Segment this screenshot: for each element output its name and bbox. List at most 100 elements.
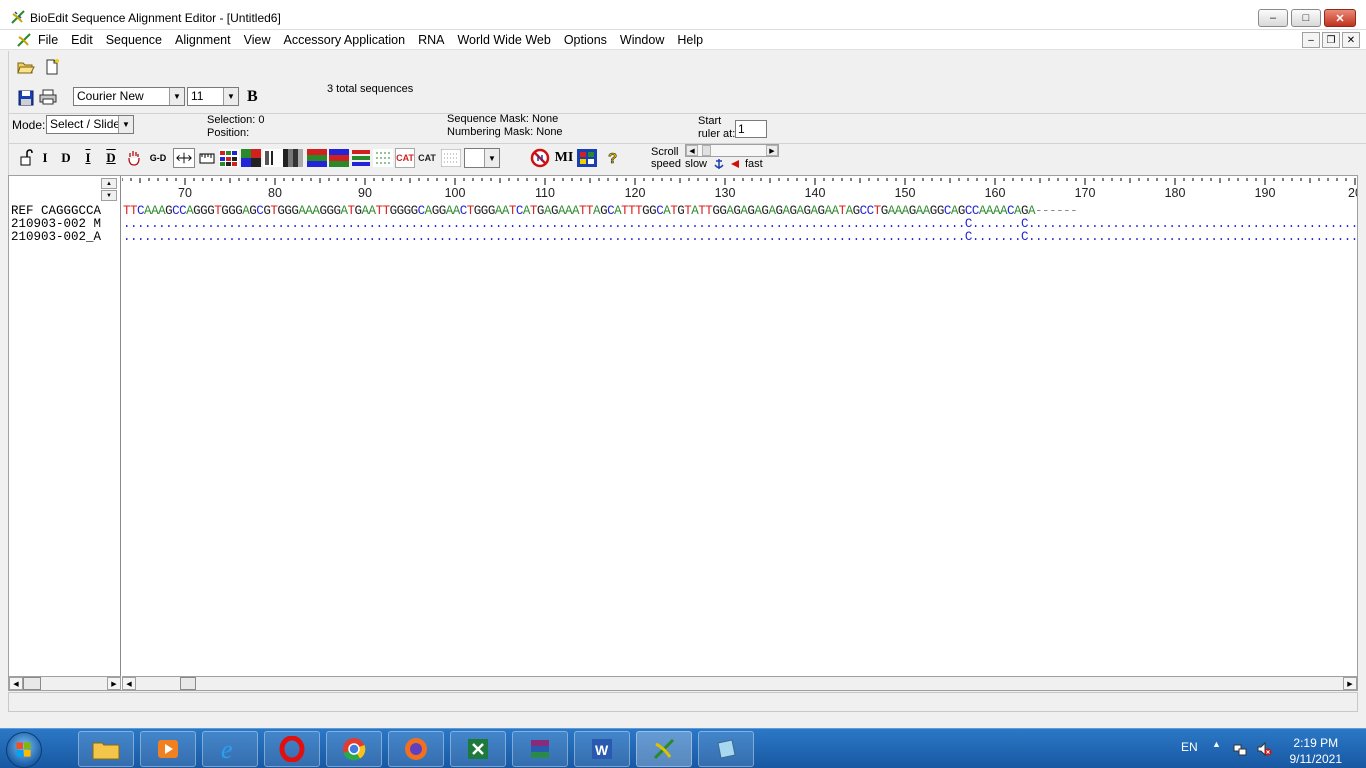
new-document-icon[interactable] — [43, 58, 61, 76]
printer-icon[interactable] — [39, 88, 57, 106]
chevron-right-icon[interactable]: ▶ — [1343, 677, 1357, 690]
clock-time: 2:19 PM — [1293, 736, 1339, 750]
chevron-down-icon[interactable]: ▼ — [223, 88, 238, 105]
color-mix-icon[interactable] — [329, 149, 349, 167]
ruler-icon[interactable] — [199, 148, 215, 168]
svg-text:W: W — [595, 742, 609, 758]
maximize-button[interactable]: □ — [1291, 9, 1321, 27]
taskbar-word[interactable]: W — [574, 731, 630, 767]
chevron-down-icon[interactable]: ▼ — [101, 190, 117, 201]
taskbar-notepad[interactable] — [698, 731, 754, 767]
menu-window[interactable]: Window — [620, 33, 671, 47]
names-horizontal-scrollbar[interactable]: ◀ ▶ — [9, 676, 121, 690]
font-name-select[interactable]: Courier New ▼ — [73, 87, 185, 106]
network-icon[interactable] — [1232, 741, 1248, 757]
sequence-horizontal-scrollbar[interactable]: ◀ ▶ — [122, 676, 1357, 690]
hand-icon[interactable] — [127, 148, 141, 168]
slider-thumb[interactable] — [702, 145, 711, 156]
scroll-thumb[interactable] — [23, 677, 41, 690]
folder-open-icon[interactable] — [17, 58, 35, 76]
delete-mode-button[interactable]: D — [59, 148, 73, 168]
insert-mode-button[interactable]: I — [39, 148, 51, 168]
menu-accessory-application[interactable]: Accessory Application — [283, 33, 412, 47]
shade-icon[interactable] — [263, 149, 283, 167]
sequence-name[interactable]: 210903-002_A — [11, 231, 101, 244]
chevron-left-icon[interactable]: ◀ — [686, 145, 698, 156]
scroll-speed-slider[interactable]: ◀ ▶ — [685, 144, 779, 157]
chevron-left-icon[interactable]: ◀ — [122, 677, 136, 690]
mdi-close-button[interactable]: ✕ — [1342, 32, 1360, 48]
chevron-right-icon[interactable]: ▶ — [766, 145, 778, 156]
taskbar-winrar[interactable] — [512, 731, 568, 767]
taskbar-internet-explorer[interactable]: e — [202, 731, 258, 767]
no-symbol-icon[interactable] — [529, 148, 551, 168]
taskbar-explorer[interactable] — [78, 731, 134, 767]
mi-button[interactable]: MI — [553, 148, 575, 168]
chevron-left-icon[interactable]: ◀ — [9, 677, 23, 690]
chevron-down-icon[interactable]: ▼ — [118, 116, 133, 133]
cat-mono-button[interactable]: CAT — [417, 148, 437, 168]
total-sequences-label: 3 total sequences — [327, 83, 414, 95]
taskbar-excel[interactable] — [450, 731, 506, 767]
matrix-icon[interactable] — [577, 149, 597, 167]
speed-label: speed — [651, 158, 681, 170]
chevron-down-icon[interactable]: ▼ — [169, 88, 184, 105]
mode-label: Mode: — [12, 118, 46, 132]
sequence-pane[interactable]: 70809010011012013014015016017018019020 T… — [122, 176, 1357, 676]
flag-icon — [731, 160, 739, 168]
dotplot-icon[interactable] — [441, 149, 461, 167]
ruler-start-input[interactable]: 1 — [735, 120, 767, 138]
language-indicator[interactable]: EN — [1181, 740, 1198, 754]
menu-view[interactable]: View — [244, 33, 278, 47]
menu-world-wide-web[interactable]: World Wide Web — [457, 33, 557, 47]
grayscale-icon[interactable] — [283, 149, 303, 167]
mdi-minimize-button[interactable]: – — [1302, 32, 1320, 48]
mdi-restore-button[interactable]: ❐ — [1322, 32, 1340, 48]
taskbar-chrome[interactable] — [326, 731, 382, 767]
start-button[interactable] — [6, 732, 42, 768]
menu-edit[interactable]: Edit — [71, 33, 100, 47]
delete-gap-button[interactable]: D — [103, 148, 119, 168]
mode-select[interactable]: Select / Slide ▼ — [46, 115, 134, 134]
lock-icon[interactable] — [19, 148, 33, 168]
color-bars-icon[interactable] — [351, 149, 371, 167]
menu-rna[interactable]: RNA — [418, 33, 451, 47]
chevron-down-icon[interactable]: ▼ — [484, 149, 499, 167]
chevron-up-icon[interactable]: ▲ — [101, 178, 117, 189]
font-size-select[interactable]: 11 ▼ — [187, 87, 239, 106]
ruler-tick-label: 190 — [1254, 186, 1276, 200]
sequence-row-3[interactable]: ........................................… — [123, 231, 1357, 244]
save-icon[interactable] — [17, 89, 35, 107]
ruler-tick-label: 70 — [178, 186, 192, 200]
chevron-up-icon[interactable]: ▲ — [1212, 739, 1221, 749]
chevron-right-icon[interactable]: ▶ — [107, 677, 121, 690]
color-block-icon[interactable] — [241, 149, 261, 167]
bold-button[interactable]: B — [247, 88, 258, 106]
system-clock[interactable]: 2:19 PM 9/11/2021 — [1290, 735, 1343, 767]
color-background-icon[interactable] — [307, 149, 327, 167]
window-bottom-edge — [0, 714, 1366, 728]
menu-sequence[interactable]: Sequence — [106, 33, 169, 47]
close-button[interactable]: ✕ — [1324, 9, 1356, 27]
consensus-icon[interactable] — [373, 149, 393, 167]
insert-gap-button[interactable]: I — [81, 148, 95, 168]
taskbar-firefox[interactable] — [388, 731, 444, 767]
taskbar-bioedit[interactable] — [636, 731, 692, 767]
menu-help[interactable]: Help — [677, 33, 710, 47]
document-icon[interactable] — [16, 32, 32, 48]
taskbar-opera[interactable] — [264, 731, 320, 767]
menu-alignment[interactable]: Alignment — [175, 33, 238, 47]
slide-cursor-icon[interactable] — [173, 148, 195, 168]
minimize-button[interactable]: – — [1258, 9, 1288, 27]
scroll-thumb[interactable] — [180, 677, 196, 690]
menu-file[interactable]: File — [38, 33, 65, 47]
volume-muted-icon[interactable] — [1256, 741, 1272, 757]
cat-color-button[interactable]: CAT — [395, 148, 415, 168]
gap-delete-button[interactable]: G-D — [147, 148, 169, 168]
taskbar-media-player[interactable] — [140, 731, 196, 767]
question-icon[interactable]: ? — [605, 148, 619, 168]
toolbar-area: Courier New ▼ 11 ▼ B 3 total sequences M… — [8, 51, 1366, 175]
color-text-icon[interactable] — [219, 149, 239, 167]
menu-options[interactable]: Options — [564, 33, 614, 47]
identity-char-select[interactable]: ▼ — [464, 148, 500, 168]
